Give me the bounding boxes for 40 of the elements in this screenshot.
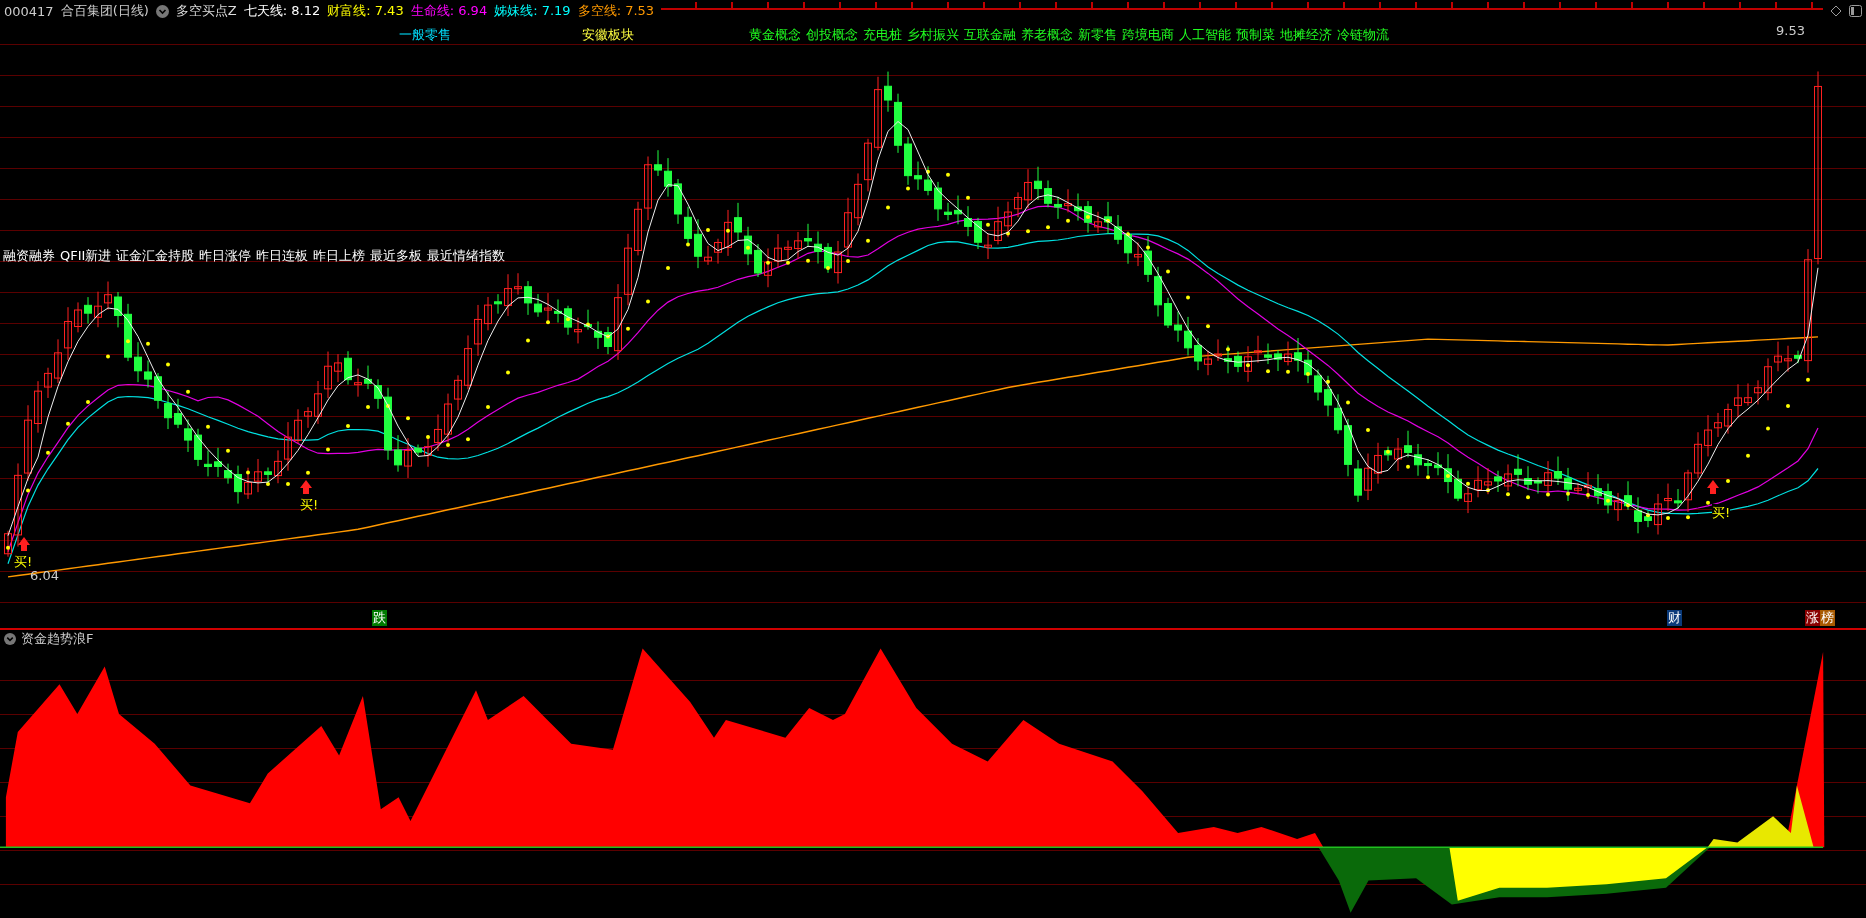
feature-tag: 最近多板 <box>370 247 423 265</box>
concept-tag: 跨境电商 <box>1122 26 1174 44</box>
concept-tag: 地摊经济 <box>1280 26 1332 44</box>
legend-value: 姊妹线: 7.19 <box>494 2 571 20</box>
legend-value: 财富线: 7.43 <box>327 2 404 20</box>
concept-tag: 预制菜 <box>1236 26 1275 44</box>
stock-code: 000417 <box>4 3 54 19</box>
feature-tag: 昨日连板 <box>256 247 309 265</box>
indicator-name[interactable]: 多空买点Z <box>175 2 237 20</box>
buy-signal: 买! <box>14 553 33 571</box>
feature-tag: QFII新进 <box>60 247 112 265</box>
feature-tag: 昨日涨停 <box>199 247 252 265</box>
feature-tag: 最近情绪指数 <box>427 247 506 265</box>
concept-tag: 互联金融 <box>964 26 1016 44</box>
legend-value: 生命线: 6.94 <box>410 2 488 20</box>
buy-signal: 买! <box>1712 504 1731 522</box>
concept-tag: 新零售 <box>1078 26 1117 44</box>
concept-tag: 冷链物流 <box>1337 26 1389 44</box>
legend-value: 七天线: 8.12 <box>243 2 321 20</box>
signal-marker: 涨 <box>1805 610 1820 626</box>
concept-tag: 乡村振兴 <box>907 26 959 44</box>
concept-tag: 人工智能 <box>1179 26 1231 44</box>
industry-tag: 一般零售 <box>399 26 451 44</box>
feature-tag: 融资融券 <box>3 247 55 265</box>
high-price-label: 9.53 <box>1776 23 1805 38</box>
concept-tag: 创投概念 <box>806 26 858 44</box>
low-price-label: 6.04 <box>30 568 59 583</box>
feature-tag: 证金汇金持股 <box>116 247 195 265</box>
concept-tag: 黄金概念 <box>749 26 801 44</box>
signal-marker: 跌 <box>372 610 387 626</box>
signal-marker: 榜 <box>1820 610 1835 626</box>
concept-tag: 充电桩 <box>863 26 902 44</box>
stock-name: 合百集团(日线) <box>60 2 149 20</box>
signal-marker: 财 <box>1667 610 1682 626</box>
indicator-title: 资金趋势浪F <box>21 630 94 648</box>
concept-tag: 养老概念 <box>1021 26 1073 44</box>
buy-signal: 买! <box>300 496 319 514</box>
legend-value: 多空线: 7.53 <box>577 2 655 20</box>
feature-tag: 昨日上榜 <box>313 247 366 265</box>
region-tag: 安徽板块 <box>582 26 634 44</box>
